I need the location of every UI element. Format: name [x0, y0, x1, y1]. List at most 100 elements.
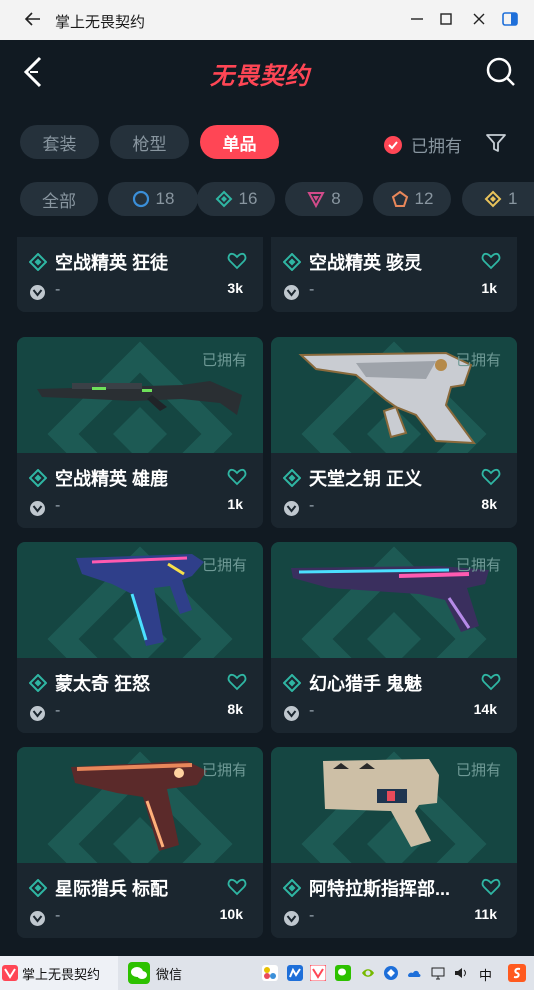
item-name: 天堂之钥 正义 [309, 469, 423, 489]
heart-icon[interactable] [227, 251, 247, 271]
valorant-tray-icon[interactable] [310, 965, 326, 981]
valorant-points-icon [284, 911, 299, 926]
search-icon[interactable] [485, 56, 517, 88]
funnel-filter-icon[interactable] [485, 132, 507, 154]
item-count: 8k [481, 496, 497, 512]
window-titlebar: 掌上无畏契约 [0, 0, 534, 40]
shotgun-skin-icon [37, 381, 242, 415]
frenzy-pistol-skin-icon [76, 554, 204, 646]
browser-tray-icon[interactable] [383, 965, 399, 981]
back-chevron-icon[interactable] [18, 54, 48, 90]
item-name: 幻心猎手 鬼魅 [309, 674, 423, 694]
chip-exclusive-tier[interactable]: 12 [373, 182, 451, 216]
item-card[interactable]: 已拥有 空战精英 雄鹿 - 1k [17, 337, 263, 528]
sidebar-panel-icon[interactable] [500, 9, 520, 29]
network-tray-icon[interactable] [430, 965, 446, 981]
window-title: 掌上无畏契约 [55, 14, 146, 31]
item-price: - [55, 281, 61, 298]
item-card[interactable]: 已拥有 天堂之钥 正义 - 8k [271, 337, 517, 528]
shorty-skin-icon [323, 759, 439, 847]
ime-indicator[interactable]: 中 [479, 965, 492, 984]
item-card[interactable]: 空战精英 骇灵 - 1k [271, 237, 517, 312]
item-card[interactable]: 空战精英 狂徒 - 3k [17, 237, 263, 312]
item-count: 3k [227, 280, 243, 296]
owned-label: 已拥有 [455, 762, 501, 779]
deluxe-tier-icon [29, 879, 47, 897]
nvidia-tray-icon[interactable] [360, 965, 376, 981]
heart-icon[interactable] [481, 672, 501, 692]
item-card[interactable]: 已拥有 星际猎兵 标配 - 10k [17, 747, 263, 938]
item-art: 已拥有 [17, 747, 263, 863]
onedrive-tray-icon[interactable] [406, 965, 422, 981]
chip-label: 18 [155, 189, 175, 208]
item-price: - [55, 907, 61, 924]
chip-deluxe-tier[interactable]: 16 [197, 182, 275, 216]
chip-premium-tier[interactable]: 8 [285, 182, 363, 216]
maximize-icon[interactable] [436, 9, 456, 29]
chip-label: 12 [414, 189, 434, 208]
minimize-icon[interactable] [407, 9, 427, 29]
sogou-input-icon[interactable] [508, 964, 526, 982]
taskbar: 掌上无畏契约 微信 中 [0, 956, 534, 990]
item-price: - [55, 497, 61, 514]
classic-pistol-skin-icon [71, 761, 207, 851]
photo-app-tray-icon[interactable] [262, 965, 278, 981]
item-name: 空战精英 狂徒 [55, 253, 169, 273]
back-arrow-icon[interactable] [22, 8, 44, 30]
taskbar-app-valorant[interactable]: 掌上无畏契约 [0, 956, 118, 990]
valorant-points-icon [30, 285, 45, 300]
item-price: - [309, 497, 315, 514]
chip-select-tier[interactable]: 18 [108, 182, 198, 216]
wechat-tray-icon[interactable] [335, 965, 351, 981]
owned-label: 已拥有 [201, 557, 247, 574]
select-tier-icon [132, 190, 149, 208]
owned-label: 已拥有 [201, 352, 247, 369]
taskbar-app-label: 掌上无畏契约 [22, 966, 101, 982]
exclusive-tier-icon [391, 190, 408, 207]
deluxe-tier-icon [283, 253, 301, 271]
valorant-points-icon [30, 706, 45, 721]
item-art: 已拥有 [271, 542, 517, 658]
deluxe-tier-icon [29, 253, 47, 271]
tab-gun-type[interactable]: 枪型 [110, 125, 189, 159]
item-price: - [309, 281, 315, 298]
item-card[interactable]: 已拥有 阿特拉斯指挥部... - 11k [271, 747, 517, 938]
deluxe-tier-icon [215, 190, 232, 208]
item-count: 11k [474, 906, 497, 922]
heart-icon[interactable] [481, 467, 501, 487]
heart-icon[interactable] [227, 877, 247, 897]
blue-app-tray-icon[interactable] [287, 965, 303, 981]
tab-single-item[interactable]: 单品 [200, 125, 279, 159]
valorant-points-icon [30, 911, 45, 926]
chip-label: 8 [331, 189, 341, 208]
valorant-points-icon [284, 501, 299, 516]
taskbar-app-label: 微信 [156, 966, 183, 982]
heart-icon[interactable] [227, 672, 247, 692]
item-name: 空战精英 骇灵 [309, 253, 423, 273]
deluxe-tier-icon [283, 879, 301, 897]
owned-filter-toggle[interactable]: 已拥有 [384, 132, 462, 157]
close-icon[interactable] [469, 9, 489, 29]
speaker-icon[interactable] [453, 965, 469, 981]
heart-icon[interactable] [481, 877, 501, 897]
item-card[interactable]: 已拥有 幻心猎手 鬼魅 - 14k [271, 542, 517, 733]
item-count: 10k [219, 906, 243, 922]
item-art: 已拥有 [271, 747, 517, 863]
item-count: 14k [473, 701, 497, 717]
valorant-points-icon [284, 706, 299, 721]
deluxe-tier-icon [283, 469, 301, 487]
tab-suit[interactable]: 套装 [20, 125, 99, 159]
owned-label: 已拥有 [455, 352, 501, 369]
wechat-icon [128, 962, 150, 984]
item-name: 空战精英 雄鹿 [55, 469, 169, 489]
chip-label: 16 [238, 189, 258, 208]
item-card[interactable]: 已拥有 蒙太奇 狂怒 - 8k [17, 542, 263, 733]
chip-all[interactable]: 全部 [20, 182, 98, 216]
item-art: 已拥有 [17, 542, 263, 658]
chip-ultra-tier[interactable]: 1 [462, 182, 534, 216]
heart-icon[interactable] [481, 251, 501, 271]
deluxe-tier-icon [283, 674, 301, 692]
premium-tier-icon [307, 192, 325, 208]
taskbar-app-wechat[interactable]: 微信 [128, 956, 208, 990]
heart-icon[interactable] [227, 467, 247, 487]
